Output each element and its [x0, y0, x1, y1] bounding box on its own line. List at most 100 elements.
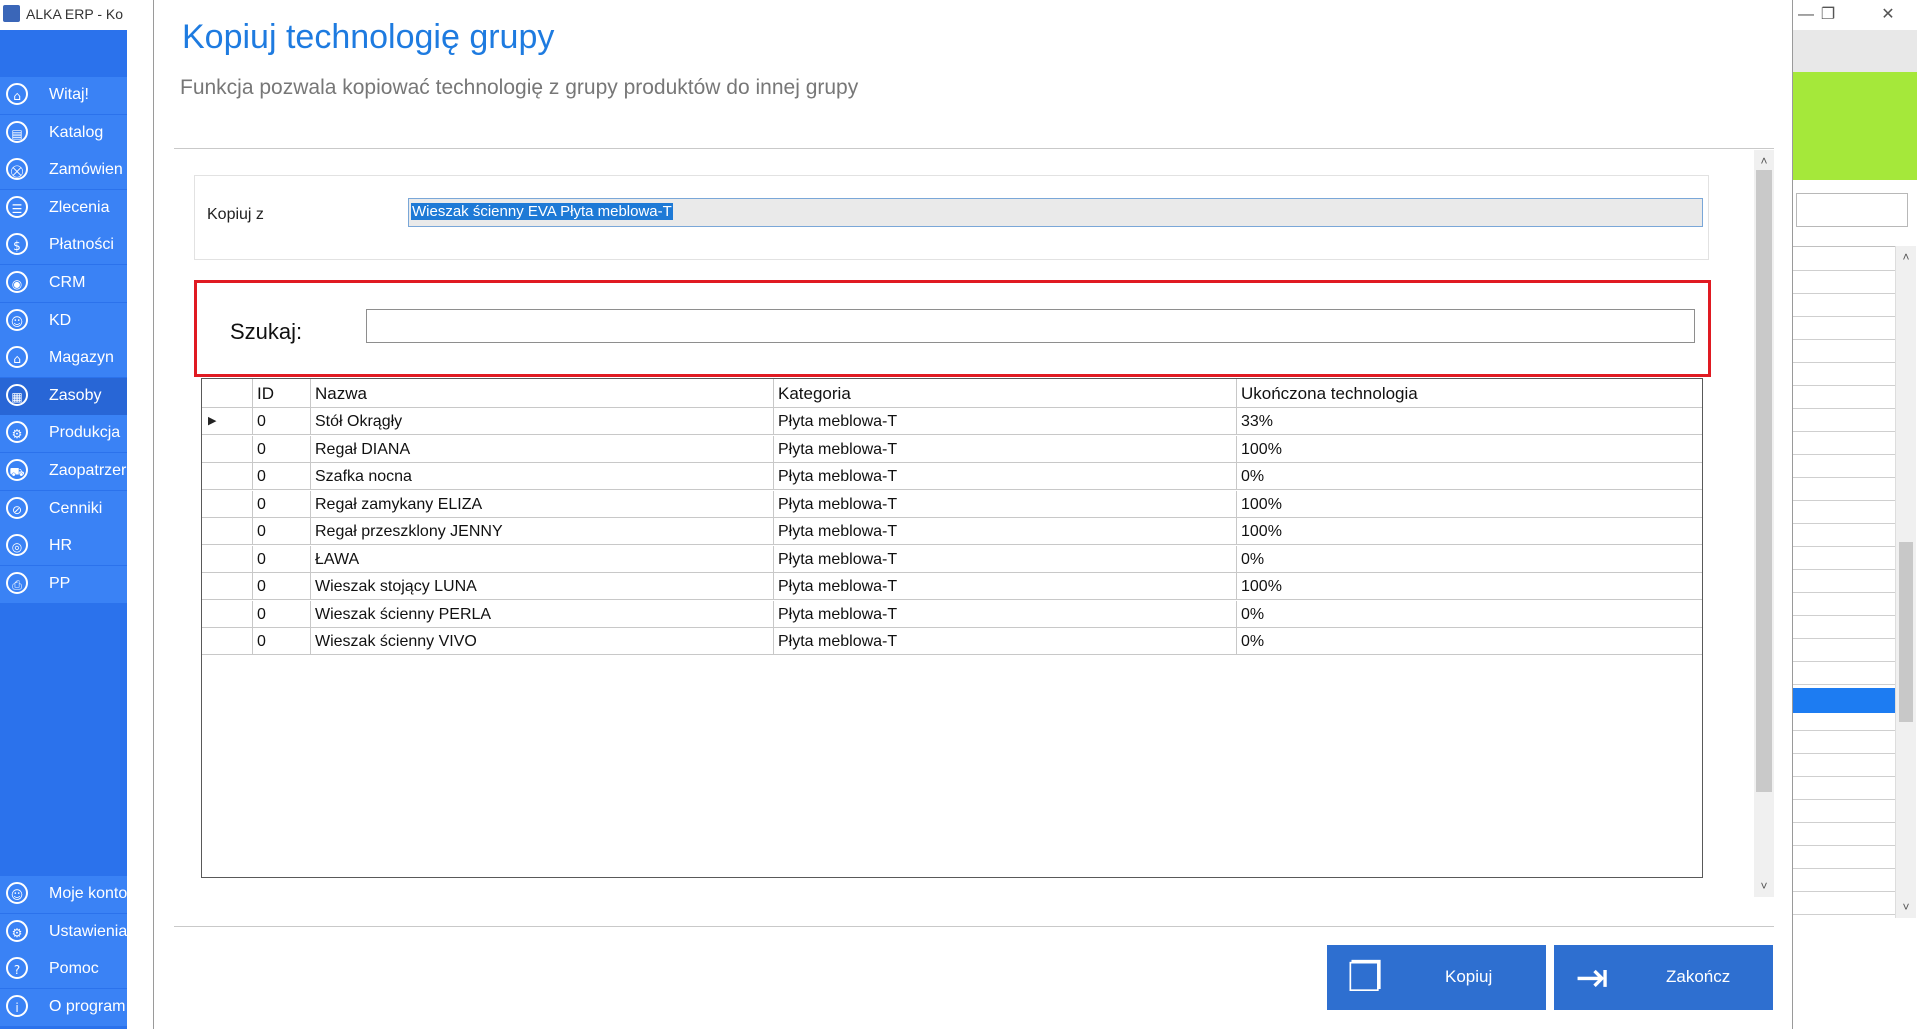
app-logo-icon [3, 5, 20, 22]
sidebar-item[interactable]: ◉ CRM [0, 265, 127, 302]
sidebar-item-label: Moje konto [49, 885, 127, 902]
table-cell: Płyta meblowa-T [773, 408, 1236, 435]
background-selected-row[interactable] [1793, 688, 1895, 713]
copy-icon: ❐ [1347, 955, 1383, 1001]
table-row[interactable]: 0 Regał zamykany ELIZA Płyta meblowa-T 100% [202, 490, 1702, 518]
scroll-thumb[interactable] [1756, 170, 1772, 792]
resources-icon: ▦ [6, 383, 28, 406]
sidebar-item[interactable]: ⛒ Zamówien [0, 152, 127, 190]
grid-line [1793, 845, 1895, 846]
row-header[interactable] [202, 546, 252, 573]
table-cell: 0 [252, 545, 310, 573]
column-header[interactable]: Kategoria [773, 379, 1236, 408]
dialog-subtitle: Funkcja pozwala kopiować technologię z g… [180, 76, 859, 99]
copy-from-value: Wieszak ścienny EVA Płyta meblowa-T [411, 203, 673, 220]
sidebar-item[interactable]: i O program [0, 988, 127, 1026]
settings-icon: ⚙ [6, 919, 28, 942]
column-header[interactable]: Ukończona technologia [1236, 379, 1702, 408]
table-row[interactable]: 0 Regał przeszklony JENNY Płyta meblowa-T 1… [202, 518, 1702, 545]
crm-icon: ◉ [6, 271, 28, 293]
table-row[interactable]: 0 ŁAWA Płyta meblowa-T 0% [202, 545, 1702, 573]
exit-icon: ⇥ [1575, 955, 1609, 1001]
row-header[interactable] [202, 436, 252, 463]
sidebar-item[interactable]: $ Płatności [0, 227, 127, 265]
row-header[interactable] [202, 518, 252, 545]
table-row[interactable]: 0 Wieszak ścienny VIVO Płyta meblowa-T 0% [202, 628, 1702, 655]
table-cell: 0 [252, 408, 310, 435]
table-cell: 33% [1236, 408, 1702, 435]
grid-line [1793, 661, 1895, 662]
background-input[interactable] [1796, 193, 1908, 227]
warehouse-icon: ⌂ [6, 346, 28, 369]
table-cell: 0 [252, 600, 310, 628]
close-window-button[interactable]: ✕ [1868, 2, 1908, 28]
sidebar-item-label: Zamówien [49, 161, 123, 179]
close-button-label: Zakończ [1666, 967, 1731, 986]
row-header[interactable] [202, 463, 252, 490]
sidebar-item[interactable]: ⛟ Zaopatrzer [0, 453, 127, 490]
row-header[interactable] [202, 491, 252, 518]
table-cell: 0 [252, 435, 310, 463]
table-row[interactable]: 0 Regał DIANA Płyta meblowa-T 100% [202, 435, 1702, 463]
row-header[interactable]: ▶ [202, 408, 252, 435]
column-header[interactable]: Nazwa [310, 379, 773, 408]
sidebar-item[interactable]: ▤ Katalog [0, 114, 127, 152]
restore-button[interactable]: ❐ [1808, 2, 1848, 28]
sidebar-item[interactable]: ▦ Zasoby [0, 377, 127, 415]
sidebar-item[interactable]: ☺ KD [0, 302, 127, 340]
column-header[interactable]: ID [252, 379, 310, 408]
account-icon: ☺ [6, 882, 28, 904]
close-dialog-button[interactable]: ⇥ Zakończ [1554, 945, 1773, 1010]
sidebar-item-label: CRM [49, 274, 86, 291]
dialog-title: Kopiuj technologię grupy [182, 18, 555, 56]
table-cell: Płyta meblowa-T [773, 435, 1236, 463]
sidebar-item[interactable]: ⌂ Witaj! [0, 77, 127, 114]
grid-line [1793, 477, 1895, 478]
grid-line [1793, 500, 1895, 501]
help-icon: ? [6, 957, 28, 980]
table-cell: Wieszak ścienny PERLA [310, 600, 773, 628]
copy-from-panel: Kopiuj z Wieszak ścienny EVA Płyta meblo… [194, 175, 1709, 260]
table-header: ID Nazwa Kategoria Ukończona technologia [202, 379, 1702, 408]
table-row[interactable]: ▶ 0 Stół Okrągły Płyta meblowa-T 33% [202, 408, 1702, 435]
scroll-down-icon[interactable]: ˅ [1896, 898, 1916, 916]
copy-from-field[interactable]: Wieszak ścienny EVA Płyta meblowa-T [408, 198, 1703, 227]
table-cell: Stół Okrągły [310, 408, 773, 435]
row-header[interactable] [202, 601, 252, 628]
sidebar-item[interactable]: ⎙ PP [0, 565, 127, 603]
sidebar-item[interactable]: ☰ Zlecenia [0, 189, 127, 227]
grid-line [1793, 615, 1895, 616]
sidebar-item[interactable]: ⌂ Magazyn [0, 340, 127, 378]
scroll-up-icon[interactable]: ˄ [1754, 152, 1774, 170]
sidebar-item[interactable]: ⚙ Produkcja [0, 415, 127, 453]
dialog-scrollbar[interactable]: ˄ ˅ [1754, 150, 1774, 897]
grid-line [1793, 592, 1895, 593]
sidebar-item[interactable]: ? Pomoc [0, 951, 127, 989]
sidebar-item[interactable]: ⊘ Cenniki [0, 490, 127, 528]
sidebar-item[interactable]: ⚙ Ustawienia [0, 913, 127, 951]
grid-line [1793, 293, 1895, 294]
background-scrollbar[interactable]: ˄ ˅ [1895, 246, 1916, 918]
production-icon: ⚙ [6, 421, 28, 444]
sidebar-item[interactable]: ☺ Moje konto [0, 876, 127, 913]
scroll-thumb[interactable] [1899, 542, 1913, 722]
table-cell: Regał zamykany ELIZA [310, 490, 773, 518]
search-input[interactable] [366, 309, 1695, 343]
table-row[interactable]: 0 Wieszak ścienny PERLA Płyta meblowa-T 0% [202, 600, 1702, 628]
table-row[interactable]: 0 Szafka nocna Płyta meblowa-T 0% [202, 463, 1702, 490]
scroll-up-icon[interactable]: ˄ [1896, 248, 1916, 266]
copy-button[interactable]: ❐ Kopiuj [1327, 945, 1546, 1010]
sidebar-item-label: Zasoby [49, 386, 102, 404]
truck-icon: ⛟ [6, 459, 28, 481]
grid-line [1793, 385, 1895, 386]
table-row[interactable]: 0 Wieszak stojący LUNA Płyta meblowa-T 100% [202, 573, 1702, 600]
sidebar-item[interactable]: ◎ HR [0, 528, 127, 566]
scroll-down-icon[interactable]: ˅ [1754, 877, 1774, 895]
table-cell: Wieszak ścienny VIVO [310, 628, 773, 655]
tag-icon: ⊘ [6, 496, 28, 519]
row-header-corner [202, 379, 252, 408]
current-row-arrow-icon: ▶ [208, 415, 217, 427]
pp-icon: ⎙ [6, 571, 28, 594]
row-header[interactable] [202, 573, 252, 600]
row-header[interactable] [202, 628, 252, 655]
